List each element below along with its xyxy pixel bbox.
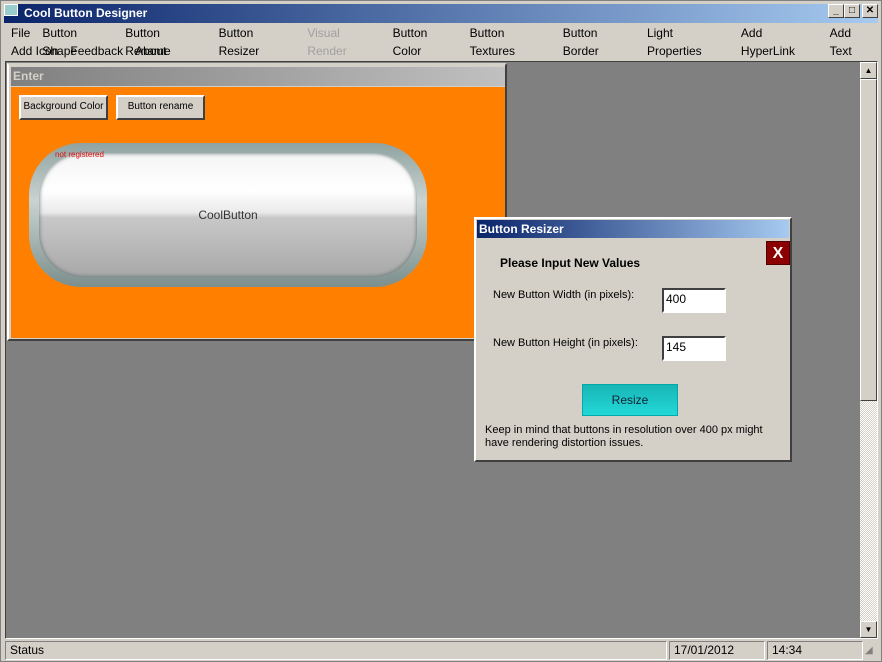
cool-button-preview[interactable]: CoolButton <box>29 143 427 287</box>
menu-item-add-icon[interactable]: Add Icon <box>5 42 64 60</box>
status-date: 17/01/2012 <box>669 641 765 660</box>
menu-row-2: Add Icon Feedback About <box>5 42 172 60</box>
minimize-button[interactable]: _ <box>828 4 844 18</box>
cool-button-label: CoolButton <box>39 153 417 277</box>
height-input[interactable]: 145 <box>662 336 726 361</box>
menu-item-button-rename[interactable]: Button Rename <box>119 24 212 58</box>
app-icon <box>4 4 18 16</box>
child-title: Enter <box>11 67 505 86</box>
dialog-heading: Please Input New Values <box>500 256 641 270</box>
width-label: New Button Width (in pixels): <box>493 289 635 301</box>
menu-item-visual-render[interactable]: Visual Render <box>301 24 386 58</box>
title-bar: Cool Button Designer <box>4 4 878 23</box>
scroll-down-icon[interactable]: ▼ <box>860 621 877 638</box>
menu-item-button-textures[interactable]: Button Textures <box>464 24 557 58</box>
button-rename-button[interactable]: Button rename <box>116 95 205 120</box>
status-text: Status <box>5 641 667 660</box>
status-time: 14:34 <box>767 641 863 660</box>
menu-item-light-properties[interactable]: Light Properties <box>641 24 735 58</box>
maximize-button[interactable]: □ <box>844 4 860 18</box>
menu-item-button-color[interactable]: Button Color <box>387 24 464 58</box>
menu-item-feedback[interactable]: Feedback <box>64 42 129 60</box>
dialog-note: Keep in mind that buttons in resolution … <box>485 424 763 449</box>
menu-item-button-border[interactable]: Button Border <box>557 24 641 58</box>
scroll-thumb[interactable] <box>860 79 877 401</box>
width-input[interactable]: 400 <box>662 288 726 313</box>
menu-row-1: File Button Shape Button Rename Button Resi… <box>5 24 881 58</box>
background-color-button[interactable]: Background Color <box>19 95 108 120</box>
watermark: not registered <box>55 150 104 159</box>
scroll-up-icon[interactable]: ▲ <box>860 62 877 79</box>
child-window: Enter Background Color Button rename Coo… <box>7 63 507 341</box>
dialog-close-button[interactable]: X <box>766 241 790 265</box>
vertical-scrollbar[interactable]: ▲ ▼ <box>860 62 877 638</box>
status-bar: Status 17/01/2012 14:34 ◢ <box>3 641 879 661</box>
canvas: Background Color Button rename CoolButto… <box>11 87 505 338</box>
resize-grip-icon[interactable]: ◢ <box>865 645 873 656</box>
menu-item-add-text[interactable]: Add Text <box>824 24 881 58</box>
resize-button[interactable]: Resize <box>582 384 678 416</box>
menu-item-about[interactable]: About <box>129 42 172 60</box>
close-button[interactable]: ✕ <box>862 4 878 18</box>
button-resizer-dialog: Button Resizer X Please Input New Values… <box>474 217 792 462</box>
menu-item-button-shape[interactable]: Button Shape <box>36 24 119 58</box>
menu-item-add-hyperlink[interactable]: Add HyperLink <box>735 24 824 58</box>
height-label: New Button Height (in pixels): <box>493 337 638 349</box>
dialog-title: Button Resizer <box>477 220 789 238</box>
menu-item-button-resizer[interactable]: Button Resizer <box>213 24 302 58</box>
menu-item-file[interactable]: File <box>5 24 36 42</box>
